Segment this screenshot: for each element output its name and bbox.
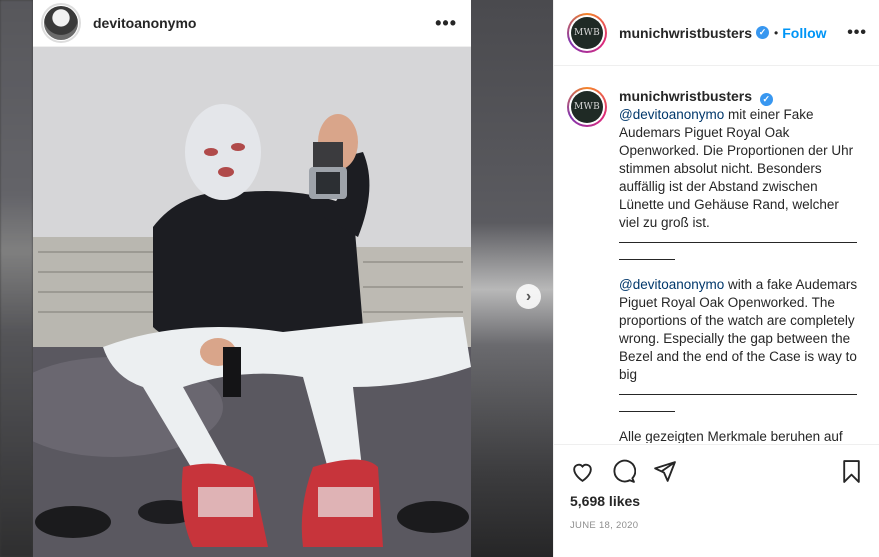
mention-link[interactable]: @devitoanonymo (619, 277, 724, 292)
caption-author[interactable]: munichwristbusters (619, 88, 752, 104)
post-details-panel: MWB munichwristbusters ✓ • Follow ••• MW… (553, 0, 879, 557)
more-options-icon[interactable]: ••• (435, 13, 457, 34)
details-header: MWB munichwristbusters ✓ • Follow ••• (554, 0, 879, 66)
divider-short (619, 411, 675, 412)
account-name[interactable]: munichwristbusters (619, 25, 752, 41)
verified-badge-icon: ✓ (759, 93, 773, 106)
photo-illustration (33, 47, 471, 557)
bookmark-icon[interactable] (839, 459, 864, 484)
post-username[interactable]: devitoanonymo (93, 15, 196, 31)
post-card: devitoanonymo ••• (33, 0, 471, 557)
divider (619, 242, 857, 243)
heart-icon[interactable] (570, 459, 595, 484)
mwb-logo: MWB (571, 16, 603, 49)
caption-avatar[interactable]: MWB (567, 87, 607, 127)
separator-dot: • (774, 25, 779, 40)
share-icon[interactable] (652, 459, 677, 484)
post-avatar[interactable] (41, 3, 81, 43)
chevron-right-icon[interactable]: › (516, 284, 541, 309)
post-photo[interactable] (33, 47, 471, 557)
post-header: devitoanonymo ••• (33, 0, 471, 47)
caption-paragraph-en: @devitoanonymo with a fake Audemars Pigu… (619, 277, 858, 382)
verified-badge-icon: ✓ (756, 26, 770, 39)
avatar-image (44, 6, 78, 40)
blurred-background-right (471, 0, 553, 557)
post-date[interactable]: JUNE 18, 2020 (570, 520, 638, 531)
likes-count[interactable]: 5,698 likes (570, 493, 640, 509)
media-viewer: devitoanonymo ••• › (0, 0, 553, 557)
account-avatar[interactable]: MWB (567, 12, 607, 53)
caption-paragraph-de: @devitoanonymo mit einer Fake Audemars P… (619, 107, 854, 230)
caption-paragraph-note: Alle gezeigten Merkmale beruhen auf mehr… (619, 429, 843, 443)
caption-scroll[interactable]: MWB munichwristbusters ✓ @devitoanonymo … (554, 67, 879, 443)
divider (619, 394, 857, 395)
post-actions: 5,698 likes JUNE 18, 2020 (554, 444, 879, 557)
more-options-icon[interactable]: ••• (847, 24, 867, 42)
caption-text: munichwristbusters ✓ @devitoanonymo mit … (619, 87, 859, 443)
comment-icon[interactable] (611, 459, 636, 484)
blurred-background-left (0, 0, 33, 557)
divider-short (619, 259, 675, 260)
mwb-logo: MWB (571, 91, 603, 123)
mention-link[interactable]: @devitoanonymo (619, 107, 724, 122)
follow-button[interactable]: Follow (782, 25, 826, 41)
